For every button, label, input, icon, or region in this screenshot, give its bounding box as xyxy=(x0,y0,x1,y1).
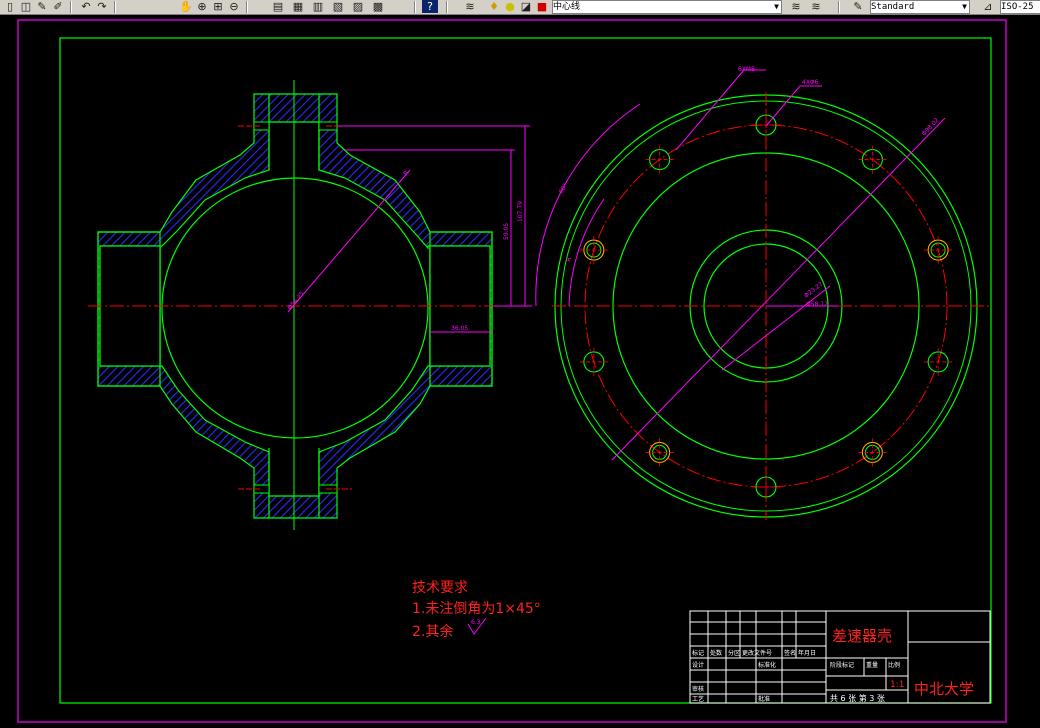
dim-inner-diameter-1: Φ23.27 xyxy=(803,280,825,299)
text-style-icon[interactable]: ✎ xyxy=(850,0,866,13)
school-name: 中北大学 xyxy=(914,680,974,698)
title-block-label: 签名 xyxy=(784,649,796,657)
markup-icon[interactable]: ▨ xyxy=(350,0,366,13)
title-block-label: 工艺 xyxy=(692,695,704,703)
layer-manager-icon[interactable]: ≋ xyxy=(462,0,478,13)
dim-style-icon[interactable]: ⊿ xyxy=(980,0,996,13)
layer-sun-icon[interactable]: ● xyxy=(502,0,518,13)
tech-notes-title: 技术要求 xyxy=(412,580,468,596)
sheet-set-icon[interactable]: ▧ xyxy=(330,0,346,13)
dim-holes-1: 6XM8 xyxy=(738,66,755,73)
title-block-label: 审核 xyxy=(692,685,704,693)
dim-width: 36.05 xyxy=(451,325,468,332)
undo-icon[interactable]: ↶ xyxy=(78,0,94,13)
zoom-previous-icon[interactable]: ⊖ xyxy=(226,0,242,13)
dim-r: R xyxy=(565,257,573,263)
dim-inner-diameter-2: Φ58.12 xyxy=(806,301,828,308)
style-name: Standard xyxy=(871,2,915,12)
dim-outer-diameter: Φ98.02 xyxy=(920,117,940,138)
layer-previous-icon[interactable]: ≋ xyxy=(788,0,804,13)
pan-icon[interactable]: ✋ xyxy=(178,0,194,13)
scale-value: 1:1 xyxy=(890,680,904,690)
zoom-window-icon[interactable]: ⊞ xyxy=(210,0,226,13)
title-block-label: 处数 xyxy=(710,649,722,657)
dim-style-dropdown[interactable]: ISO-25 xyxy=(1000,0,1040,14)
title-block-label: 设计 xyxy=(692,661,704,669)
layer-lock-icon[interactable]: ◪ xyxy=(518,0,534,13)
zoom-realtime-icon[interactable]: ⊕ xyxy=(194,0,210,13)
layer-color-icon[interactable]: ■ xyxy=(534,0,550,13)
help-icon[interactable]: ? xyxy=(422,0,438,13)
layer-states-icon[interactable]: ≋ xyxy=(808,0,824,13)
title-block-label: 重量 xyxy=(866,661,878,669)
title-block-label: 标准化 xyxy=(758,661,776,669)
calculator-icon[interactable]: ▩ xyxy=(370,0,386,13)
pen-edit-icon[interactable]: ✐ xyxy=(50,0,66,13)
properties-icon[interactable]: ▤ xyxy=(270,0,286,13)
dim-angle: 60° xyxy=(558,182,569,195)
tool-palettes-icon[interactable]: ▥ xyxy=(310,0,326,13)
dim-height-2: 107.79 xyxy=(517,201,524,222)
text-style-dropdown[interactable]: Standard ▼ xyxy=(870,0,970,14)
drawing-canvas[interactable]: 59.05 107.79 36.05 Φ54.25 R 6XM8 4XΦ6 Φ9… xyxy=(0,14,1040,728)
open-file-icon[interactable]: ◫ xyxy=(18,0,34,13)
title-block-label: 比例 xyxy=(888,661,900,669)
chevron-down-icon: ▼ xyxy=(774,2,779,11)
dim-style-name: ISO-25 xyxy=(1001,2,1034,12)
end-view-dimensions xyxy=(535,69,946,461)
standard-toolbar: ▯ ◫ ✎ ✐ ↶ ↷ ✋ ⊕ ⊞ ⊖ ▤ ▦ ▥ ▧ ▨ ▩ ? ≋ ♦ ● … xyxy=(0,0,1040,15)
part-name: 差速器壳 xyxy=(832,627,892,645)
tech-notes-line-1: 1.未注倒角为1×45° xyxy=(412,601,541,617)
title-block-label: 批准 xyxy=(758,695,770,703)
tech-notes-line-2: 2.其余 xyxy=(412,623,453,640)
technical-notes: 技术要求 1.未注倒角为1×45° 2.其余 6.3 xyxy=(412,580,541,640)
pen-icon[interactable]: ✎ xyxy=(34,0,50,13)
title-block-label: 分区 xyxy=(728,649,740,657)
new-file-icon[interactable]: ▯ xyxy=(2,0,18,13)
title-block-label: 更改文件号 xyxy=(742,649,772,657)
layer-dropdown[interactable]: 中心线 ▼ xyxy=(552,0,782,14)
redo-icon[interactable]: ↷ xyxy=(94,0,110,13)
design-center-icon[interactable]: ▦ xyxy=(290,0,306,13)
dim-holes-2: 4XΦ6 xyxy=(802,79,819,86)
chevron-down-icon: ▼ xyxy=(962,2,967,11)
layer-name: 中心线 xyxy=(553,2,581,12)
roughness-value: 6.3 xyxy=(471,619,481,626)
title-block-label: 标记 xyxy=(692,649,704,657)
layer-light-icon[interactable]: ♦ xyxy=(486,0,502,13)
title-block-label: 年月日 xyxy=(798,649,816,657)
sheet-info: 共 6 张 第 3 张 xyxy=(830,693,885,703)
dim-height-1: 59.05 xyxy=(503,223,510,240)
title-block-label: 阶段标记 xyxy=(830,661,854,669)
